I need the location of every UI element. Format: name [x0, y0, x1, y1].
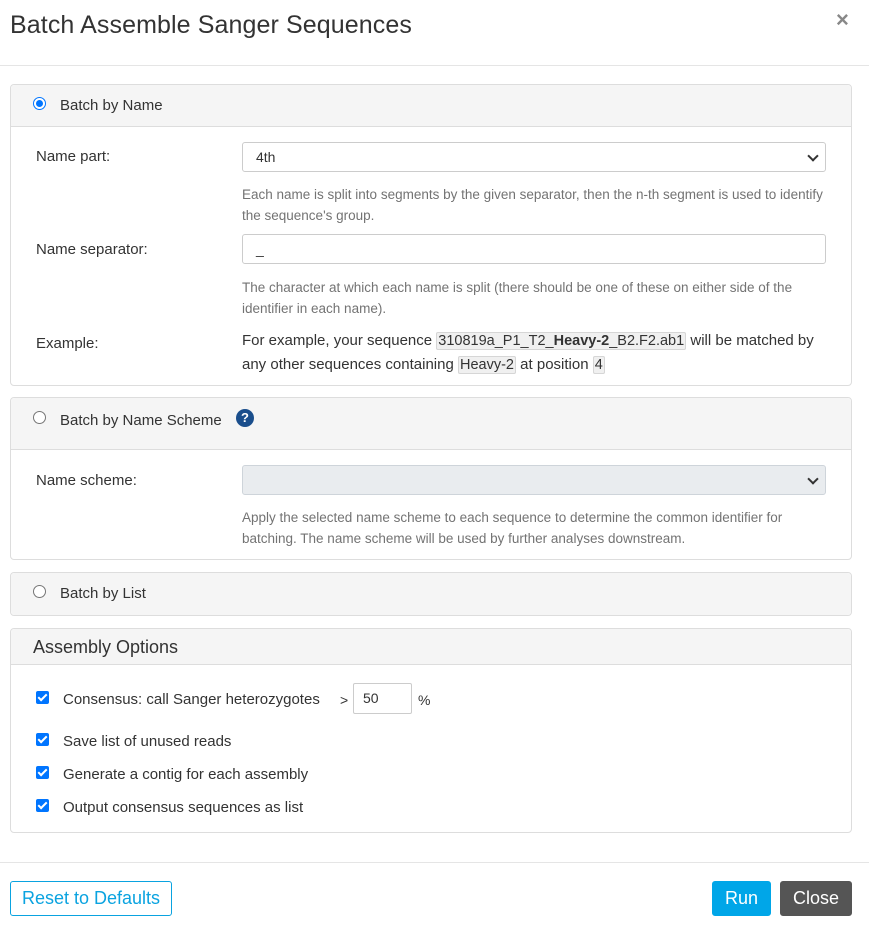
- name-separator-value: _: [256, 241, 264, 257]
- name-separator-help: The character at which each name is spli…: [242, 280, 793, 316]
- consensus-list-checkbox[interactable]: [36, 799, 49, 812]
- name-separator-input[interactable]: _: [242, 234, 826, 264]
- batch-by-name-label[interactable]: Batch by Name: [60, 97, 163, 114]
- example-prefix: For example, your sequence: [242, 332, 433, 349]
- batch-by-scheme-label[interactable]: Batch by Name Scheme: [60, 412, 222, 429]
- consensus-label: Consensus: call Sanger heterozygotes: [63, 691, 320, 708]
- name-separator-label: Name separator:: [36, 241, 148, 258]
- consensus-checkbox[interactable]: [36, 691, 49, 704]
- heterozygote-threshold-input[interactable]: 50: [353, 683, 412, 714]
- close-button[interactable]: Close: [780, 881, 852, 916]
- consensus-gt: >: [340, 692, 349, 708]
- name-part-select[interactable]: 4th: [242, 142, 826, 172]
- unused-reads-checkbox[interactable]: [36, 733, 49, 746]
- batch-by-list-radio[interactable]: [33, 585, 46, 598]
- example-position: 4: [592, 356, 605, 374]
- chevron-down-icon: [807, 150, 819, 162]
- help-icon[interactable]: ?: [236, 409, 254, 427]
- batch-by-list-panel: Batch by List: [10, 572, 852, 616]
- unused-reads-label: Save list of unused reads: [63, 733, 232, 750]
- example-text: For example, your sequence 310819a_P1_T2…: [242, 329, 832, 377]
- run-button[interactable]: Run: [712, 881, 771, 916]
- contig-checkbox[interactable]: [36, 766, 49, 779]
- batch-by-name-radio[interactable]: [33, 97, 46, 110]
- chevron-down-icon: [807, 473, 819, 485]
- footer-divider: [0, 862, 869, 863]
- example-label: Example:: [36, 335, 99, 352]
- batch-by-name-panel: Batch by Name Name part: 4th Each name i…: [10, 84, 852, 386]
- consensus-list-label: Output consensus sequences as list: [63, 799, 304, 816]
- assembly-options-panel: Assembly Options Consensus: call Sanger …: [10, 628, 852, 833]
- batch-by-name-header: Batch by Name: [11, 85, 851, 127]
- name-part-help: Each name is split into segments by the …: [242, 187, 823, 223]
- batch-by-list-header: Batch by List: [11, 573, 851, 615]
- example-identifier: Heavy-2: [458, 356, 516, 374]
- assembly-options-header: Assembly Options: [11, 629, 851, 665]
- name-part-value: 4th: [256, 149, 276, 165]
- percent-unit: %: [418, 692, 431, 708]
- reset-defaults-button[interactable]: Reset to Defaults: [10, 881, 172, 916]
- example-sequence-name: 310819a_P1_T2_Heavy-2_B2.F2.ab1: [436, 332, 687, 350]
- assembly-options-title: Assembly Options: [33, 637, 179, 657]
- dialog-header: Batch Assemble Sanger Sequences ×: [0, 0, 869, 66]
- example-position-text: at position: [520, 356, 589, 373]
- batch-by-list-label[interactable]: Batch by List: [60, 585, 146, 602]
- batch-by-scheme-header: Batch by Name Scheme ?: [11, 398, 851, 450]
- name-part-label: Name part:: [36, 148, 111, 165]
- close-icon[interactable]: ×: [836, 8, 849, 32]
- contig-label: Generate a contig for each assembly: [63, 766, 309, 783]
- name-scheme-select[interactable]: [242, 465, 826, 495]
- name-scheme-label: Name scheme:: [36, 472, 137, 489]
- batch-by-scheme-panel: Batch by Name Scheme ? Name scheme: Appl…: [10, 397, 852, 560]
- dialog-title: Batch Assemble Sanger Sequences: [10, 11, 412, 39]
- name-scheme-help: Apply the selected name scheme to each s…: [242, 510, 783, 546]
- batch-by-scheme-radio[interactable]: [33, 411, 46, 424]
